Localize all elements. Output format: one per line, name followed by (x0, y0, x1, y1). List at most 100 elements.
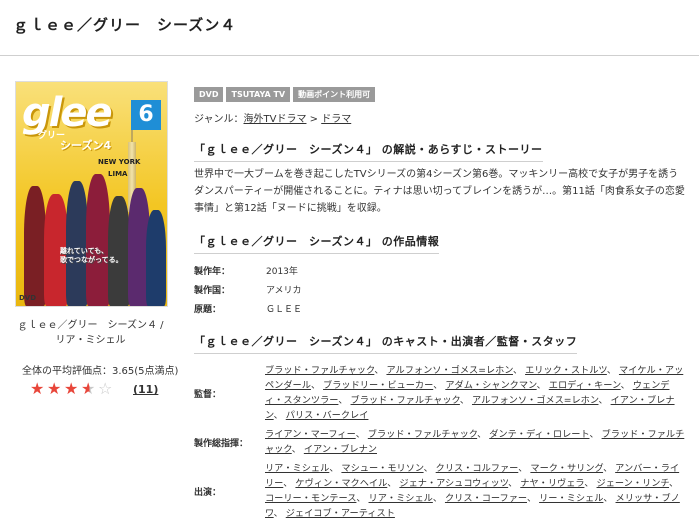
half-star-icon: ★ (81, 379, 98, 398)
name-separator: 、 (603, 493, 616, 504)
name-separator: 、 (374, 365, 387, 376)
name-separator: 、 (432, 493, 445, 504)
staff-names-director: ブラッド・ファルチャック、 アルフォンソ・ゴメス=レホン、 エリック・ストルツ、… (265, 363, 687, 423)
name-separator: 、 (387, 478, 400, 489)
person-link[interactable]: ジェイコブ・アーティスト (286, 508, 395, 519)
badge-video-points: 動画ポイント利用可 (293, 87, 376, 102)
name-separator: 、 (273, 508, 286, 519)
person-link[interactable]: ブラッド・ファルチャック (351, 395, 460, 406)
title-divider (0, 55, 699, 56)
star-icon: ★ (30, 379, 45, 398)
person-link[interactable]: エロディ・キーン (549, 380, 621, 391)
dvd-jacket-image[interactable]: glee グリー シーズン4 6 NEW YORK LIMA 離れていても、 歌… (15, 81, 168, 307)
average-rating-label: 全体の平均評価点：3.65(5点満点) (22, 366, 179, 377)
badge-dvd: DVD (194, 87, 224, 102)
person-link[interactable]: リア・ミシェル (265, 463, 329, 474)
genre-label: ジャンル： (194, 114, 244, 125)
person-link[interactable]: アルフォンソ・ゴメス=レホン (386, 365, 513, 376)
jacket-logo: glee (22, 90, 113, 136)
person-link[interactable]: リア・ミシェル (369, 493, 433, 504)
person-link[interactable]: マシュー・モリソン (341, 463, 423, 474)
star-icon: ★ (64, 379, 79, 398)
staff-names-executive-producer: ライアン・マーフィー、 ブラッド・ファルチャック、 ダンテ・ディ・ロレート、 ブ… (265, 427, 687, 457)
info-label: 製作年： (194, 267, 231, 277)
name-separator: 、 (536, 380, 549, 391)
name-separator: 、 (589, 429, 602, 440)
name-separator: 、 (423, 463, 436, 474)
person-link[interactable]: リー・ミシェル (539, 493, 603, 504)
name-separator: 、 (584, 478, 597, 489)
info-label: 製作国： (194, 286, 231, 296)
jacket-title: ｇｌｅｅ／グリー シーズン４ / リア・ミシェル (0, 318, 181, 348)
cast-figure (66, 181, 88, 306)
name-separator: 、 (669, 478, 679, 489)
cast-figure (24, 186, 46, 306)
name-separator: 、 (603, 463, 616, 474)
person-link[interactable]: イアン・ブレナン (304, 444, 377, 455)
person-link[interactable]: ライアン・マーフィー (265, 429, 356, 440)
badge-row: DVD TSUTAYA TV 動画ポイント利用可 (194, 82, 378, 102)
person-link[interactable]: ケヴィン・マクヘイル (295, 478, 387, 489)
person-link[interactable]: パリス・バークレイ (286, 410, 369, 421)
name-separator: 、 (283, 478, 296, 489)
name-separator: 、 (310, 380, 324, 391)
cast-figure (146, 210, 166, 306)
name-separator: 、 (620, 380, 633, 391)
person-link[interactable]: エリック・ストルツ (525, 365, 607, 376)
name-separator: 、 (508, 478, 521, 489)
info-row-year: 製作年： 2013年 (194, 264, 298, 277)
info-value: アメリカ (266, 286, 302, 296)
name-separator: 、 (291, 444, 304, 455)
info-value: 2013年 (266, 267, 298, 277)
name-separator: 、 (518, 463, 531, 474)
star-icon: ★ (47, 379, 62, 398)
synopsis-text: 世界中で一大ブームを巻き起こしたTVシリーズの第4シーズン第6巻。マッキンリー高… (194, 169, 685, 214)
cast-figure (86, 174, 110, 306)
page-title: ｇｌｅｅ／グリー シーズン４ (13, 16, 237, 34)
info-value: ＧＬＥＥ (266, 305, 303, 315)
person-link[interactable]: ブラッドリー・ビューカー (323, 380, 433, 391)
name-separator: 、 (459, 395, 472, 406)
jacket-caption-line-2: 歌でつながってる。 (60, 256, 123, 264)
jacket-city-2: LIMA (108, 170, 128, 178)
name-separator: 、 (433, 380, 446, 391)
staff-heading: 「ｇｌｅｅ／グリー シーズン４」 のキャスト・出演者／監督・スタッフ (194, 333, 578, 354)
person-link[interactable]: ジェナ・アシュコウィッツ (399, 478, 508, 489)
review-count-link[interactable]: (11) (133, 383, 158, 396)
person-link[interactable]: クリス・コーファー (445, 493, 527, 504)
name-separator: 、 (598, 395, 611, 406)
synopsis-heading: 「ｇｌｅｅ／グリー シーズン４」 の解説・あらすじ・ストーリー (194, 141, 543, 162)
rating-stars: ★ ★ ★ ★ ☆ (30, 379, 115, 398)
jacket-caption: 離れていても、 歌でつながってる。 (60, 247, 123, 265)
info-row-original-title: 原題： ＧＬＥＥ (194, 302, 302, 315)
info-heading: 「ｇｌｅｅ／グリー シーズン４」 の作品情報 (194, 233, 440, 254)
staff-label-cast: 出演： (194, 488, 222, 498)
jacket-title-line-2: リア・ミシェル (55, 335, 126, 346)
staff-names-cast: リア・ミシェル、 マシュー・モリソン、 クリス・コルファー、 マーク・サリング、… (265, 461, 687, 521)
jacket-season: シーズン4 (60, 139, 112, 152)
person-link[interactable]: クリス・コルファー (436, 463, 519, 474)
jacket-title-line-1: ｇｌｅｅ／グリー シーズン４ / (17, 320, 164, 331)
person-link[interactable]: コーリー・モンテース (265, 493, 356, 504)
name-separator: 、 (512, 365, 526, 376)
person-link[interactable]: ダンテ・ディ・ロレート (489, 429, 589, 440)
info-label: 原題： (194, 305, 222, 315)
genre-link-overseas-tv-drama[interactable]: 海外TVドラマ (244, 114, 307, 125)
person-link[interactable]: ジェーン・リンチ (597, 478, 670, 489)
person-link[interactable]: ブラッド・ファルチャック (265, 365, 374, 376)
info-row-country: 製作国： アメリカ (194, 283, 302, 296)
empty-star-icon: ☆ (98, 379, 113, 398)
staff-label-executive-producer: 製作総指揮： (194, 439, 249, 449)
name-separator: 、 (329, 463, 342, 474)
genre-link-drama[interactable]: ドラマ (321, 114, 351, 125)
name-separator: 、 (606, 365, 619, 376)
person-link[interactable]: マーク・サリング (530, 463, 603, 474)
person-link[interactable]: アルフォンソ・ゴメス=レホン (472, 395, 599, 406)
person-link[interactable]: ブラッド・ファルチャック (368, 429, 477, 440)
name-separator: 、 (355, 429, 368, 440)
person-link[interactable]: アダム・シャンクマン (445, 380, 536, 391)
person-link[interactable]: ナヤ・リヴェラ (520, 478, 584, 489)
name-separator: 、 (338, 395, 351, 406)
jacket-volume-number: 6 (131, 100, 161, 130)
name-separator: 、 (356, 493, 369, 504)
